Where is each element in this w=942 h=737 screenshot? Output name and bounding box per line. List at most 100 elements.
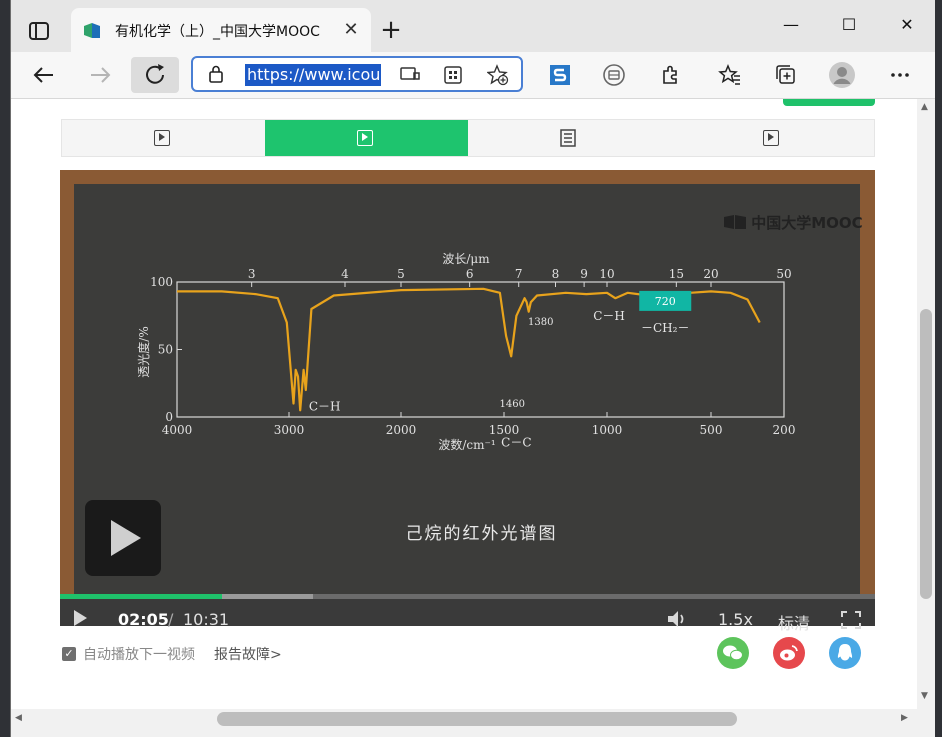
favorites-icon[interactable] [715,60,745,90]
annotation-label: 720 [655,295,676,308]
address-bar[interactable]: https://www.icour [191,56,523,92]
report-issue-link[interactable]: 报告故障> [214,644,282,664]
big-play-button[interactable] [85,500,161,576]
duration: 10:31 [183,610,230,629]
top-tick-label: 7 [515,267,523,281]
top-tick-label: 15 [669,267,684,281]
close-window-button[interactable]: ✕ [887,10,927,40]
chalkboard: 中国大学MOOC 4000 3000 2000 1500 1000 500 200 3 4 5 6 7… [74,184,863,596]
y-tick-label: 50 [158,343,173,357]
tab-unit-video-1[interactable] [62,120,265,156]
horizontal-scroll-thumb[interactable] [217,712,737,726]
tab-title: 有机化学（上）_中国大学MOOC [115,24,320,40]
refresh-icon[interactable] [131,57,179,93]
forward-icon[interactable] [85,60,115,90]
video-icon [763,130,779,146]
top-axis-label: 波长/μm [442,252,490,266]
annotation-label: 1380 [528,317,553,328]
new-tab-button[interactable]: + [379,17,403,43]
top-tick-label: 3 [248,267,256,281]
qq-icon[interactable] [829,637,861,669]
weibo-icon[interactable] [773,637,805,669]
video-icon [154,130,170,146]
tab-unit-document[interactable] [468,120,671,156]
background-window [0,0,10,737]
mooc-favicon-icon [83,22,101,40]
x-tick-label: 4000 [162,423,193,437]
window-bottom-edge [11,729,935,737]
scroll-left-icon[interactable]: ◀ [15,713,22,723]
tab-unit-video-3[interactable] [671,120,874,156]
url-text[interactable]: https://www.icour [245,64,381,86]
maximize-button[interactable]: ☐ [829,10,869,40]
title-bar: 有机化学（上）_中国大学MOOC ✕ + — ☐ ✕ [11,0,935,52]
video-player[interactable]: 中国大学MOOC 4000 3000 2000 1500 1000 500 200 3 4 5 6 7… [60,170,875,633]
x-tick-label: 3000 [274,423,305,437]
fullscreen-icon[interactable] [841,611,861,633]
x-tick-label: 1000 [592,423,623,437]
wechat-icon[interactable] [717,637,749,669]
autoplay-checkbox[interactable]: ✓ [62,647,76,661]
top-tick-label: 20 [703,267,718,281]
play-small-icon[interactable] [72,610,88,630]
top-tick-label: 9 [580,267,588,281]
autoplay-label[interactable]: 自动播放下一视频 [83,644,195,664]
x-tick-label: 2000 [386,423,417,437]
browser-window: 有机化学（上）_中国大学MOOC ✕ + — ☐ ✕ https://www.i… [10,0,935,737]
plot-frame [176,281,785,418]
x-tick-label: 500 [700,423,723,437]
browser-toolbar: https://www.icour [11,52,935,99]
tab-close-icon[interactable]: ✕ [341,20,361,40]
scroll-down-icon[interactable]: ▼ [921,691,928,701]
back-icon[interactable] [29,60,59,90]
top-tick-label: 8 [552,267,560,281]
more-icon[interactable] [885,60,915,90]
top-green-button[interactable] [783,99,875,106]
vertical-scrollbar[interactable]: ▲ ▼ [917,99,935,709]
document-icon [560,129,576,151]
vertical-scroll-thumb[interactable] [920,309,932,599]
minimize-button[interactable]: — [771,10,811,40]
tab-unit-video-2[interactable] [265,120,468,156]
y-tick-label: 100 [150,275,173,289]
extensions-icon[interactable] [655,60,685,90]
add-favorite-icon[interactable] [486,64,509,90]
speed-button[interactable]: 1.5x [718,610,753,629]
lock-icon[interactable] [207,64,225,88]
top-tick-label: 10 [599,267,614,281]
top-tick-label: 6 [466,267,474,281]
play-icon [111,520,141,556]
annotation-label: 1460 [500,399,525,410]
top-tick-label: 5 [397,267,405,281]
ir-spectrum-chart: 4000 3000 2000 1500 1000 500 2003 4 5 6 7 8 9 10 15 20 5… [136,252,796,452]
background-window-right [934,0,942,737]
top-tick-label: 50 [776,267,791,281]
progress-played [60,594,223,599]
time-separator: / [168,610,174,629]
tab-active[interactable]: 有机化学（上）_中国大学MOOC ✕ [71,8,371,52]
collections-icon[interactable] [771,60,801,90]
scroll-up-icon[interactable]: ▲ [921,102,928,112]
current-time: 02:05 [118,610,169,629]
video-caption: 己烷的红外光谱图 [405,524,558,544]
volume-icon[interactable] [667,610,689,632]
annotation-label: C－H [309,399,341,413]
tablet-icon[interactable] [399,65,421,87]
scroll-right-icon[interactable]: ▶ [901,713,908,723]
apps-icon[interactable] [443,65,463,89]
y-tick-label: 0 [165,410,173,424]
unit-tab-bar [61,119,875,157]
annotation-label: C－C [501,436,531,450]
video-icon [357,130,373,146]
x-tick-label: 200 [773,423,796,437]
y-axis-label: 透光度/% [136,326,151,377]
profile-icon[interactable] [827,60,857,90]
reader-extension-icon[interactable] [599,60,629,90]
x-axis-label: 波数/cm⁻¹ [438,437,495,452]
annotation-label: C－H [593,309,625,323]
tab-actions-icon[interactable] [25,17,53,45]
annotation-label: －CH₂－ [641,321,689,335]
quality-button[interactable]: 标清 [778,610,810,634]
horizontal-scrollbar[interactable]: ◀ ▶ [11,709,935,729]
s-extension-icon[interactable] [545,60,575,90]
